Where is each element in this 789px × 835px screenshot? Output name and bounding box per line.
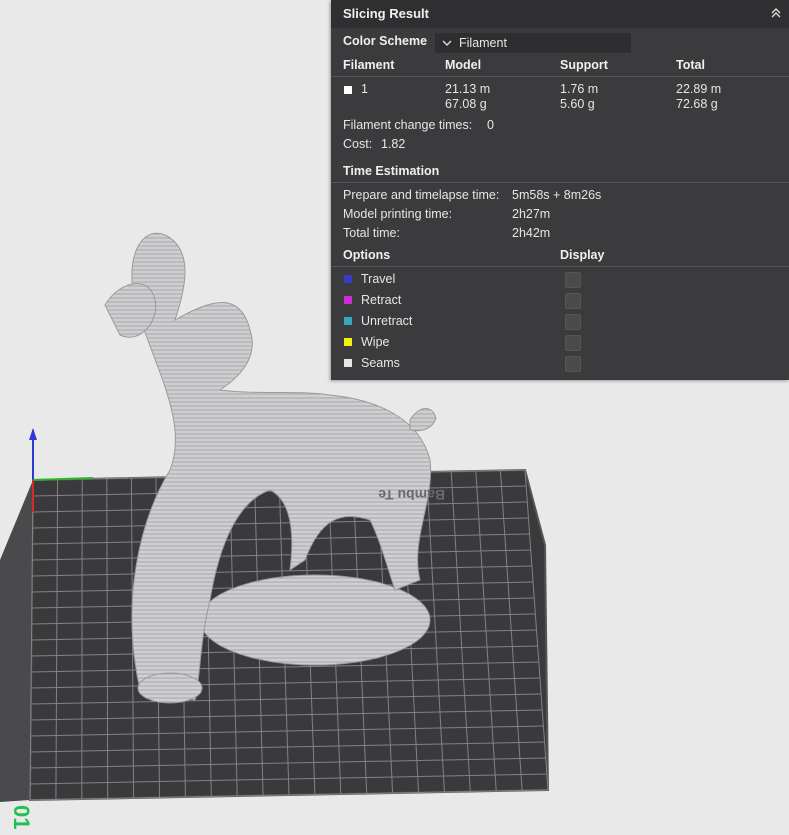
build-plate-edge (0, 480, 33, 802)
divider (331, 182, 789, 183)
divider (331, 76, 789, 77)
filament-change-value: 0 (487, 118, 494, 132)
cost-value: 1.82 (381, 137, 406, 151)
option-label: Retract (361, 293, 402, 307)
display-checkbox[interactable] (565, 314, 581, 330)
col-header-model: Model (445, 58, 482, 72)
color-scheme-dropdown[interactable]: Filament (435, 33, 631, 53)
option-color-swatch (344, 275, 352, 283)
option-label: Wipe (361, 335, 390, 349)
option-label: Seams (361, 356, 400, 370)
option-color-swatch (344, 359, 352, 367)
support-length: 1.76 m (560, 82, 599, 96)
options-header: Options (343, 248, 391, 262)
col-header-support: Support (560, 58, 608, 72)
support-weight: 5.60 g (560, 97, 595, 111)
z-axis-arrow (29, 428, 37, 440)
total-weight: 72.68 g (676, 97, 718, 111)
slicing-result-panel: Slicing Result Color Scheme Filament Fil… (331, 0, 789, 380)
option-label: Unretract (361, 314, 413, 328)
time-estimation-title: Time Estimation (343, 164, 440, 178)
option-color-swatch (344, 296, 352, 304)
chevron-down-icon (442, 40, 452, 46)
color-scheme-value: Filament (459, 36, 507, 50)
color-scheme-label: Color Scheme (343, 34, 428, 48)
panel-title: Slicing Result (343, 6, 429, 21)
model-time-label: Model printing time: (343, 207, 453, 221)
col-header-filament: Filament (343, 58, 395, 72)
model-length: 21.13 m (445, 82, 491, 96)
total-time-label: Total time: (343, 226, 400, 240)
panel-header: Slicing Result (331, 0, 789, 28)
filament-number: 1 (361, 82, 368, 96)
divider (331, 266, 789, 267)
display-checkbox[interactable] (565, 335, 581, 351)
display-header: Display (560, 248, 605, 262)
display-checkbox[interactable] (565, 293, 581, 309)
prepare-time-value: 5m58s + 8m26s (512, 188, 602, 202)
prepare-time-label: Prepare and timelapse time: (343, 188, 500, 202)
total-length: 22.89 m (676, 82, 722, 96)
filament-color-swatch (344, 86, 352, 94)
option-color-swatch (344, 317, 352, 325)
collapse-icon[interactable] (769, 6, 783, 20)
option-color-swatch (344, 338, 352, 346)
cost-label: Cost: (343, 137, 373, 151)
col-header-total: Total (676, 58, 705, 72)
model-time-value: 2h27m (512, 207, 551, 221)
option-label: Travel (361, 272, 396, 286)
plate-brand-text: Bambu Te (378, 487, 445, 503)
plate-number: 01 (9, 805, 34, 829)
display-checkbox[interactable] (565, 272, 581, 288)
model-weight: 67.08 g (445, 97, 487, 111)
display-checkbox[interactable] (565, 356, 581, 372)
total-time-value: 2h42m (512, 226, 551, 240)
filament-change-label: Filament change times: (343, 118, 473, 132)
